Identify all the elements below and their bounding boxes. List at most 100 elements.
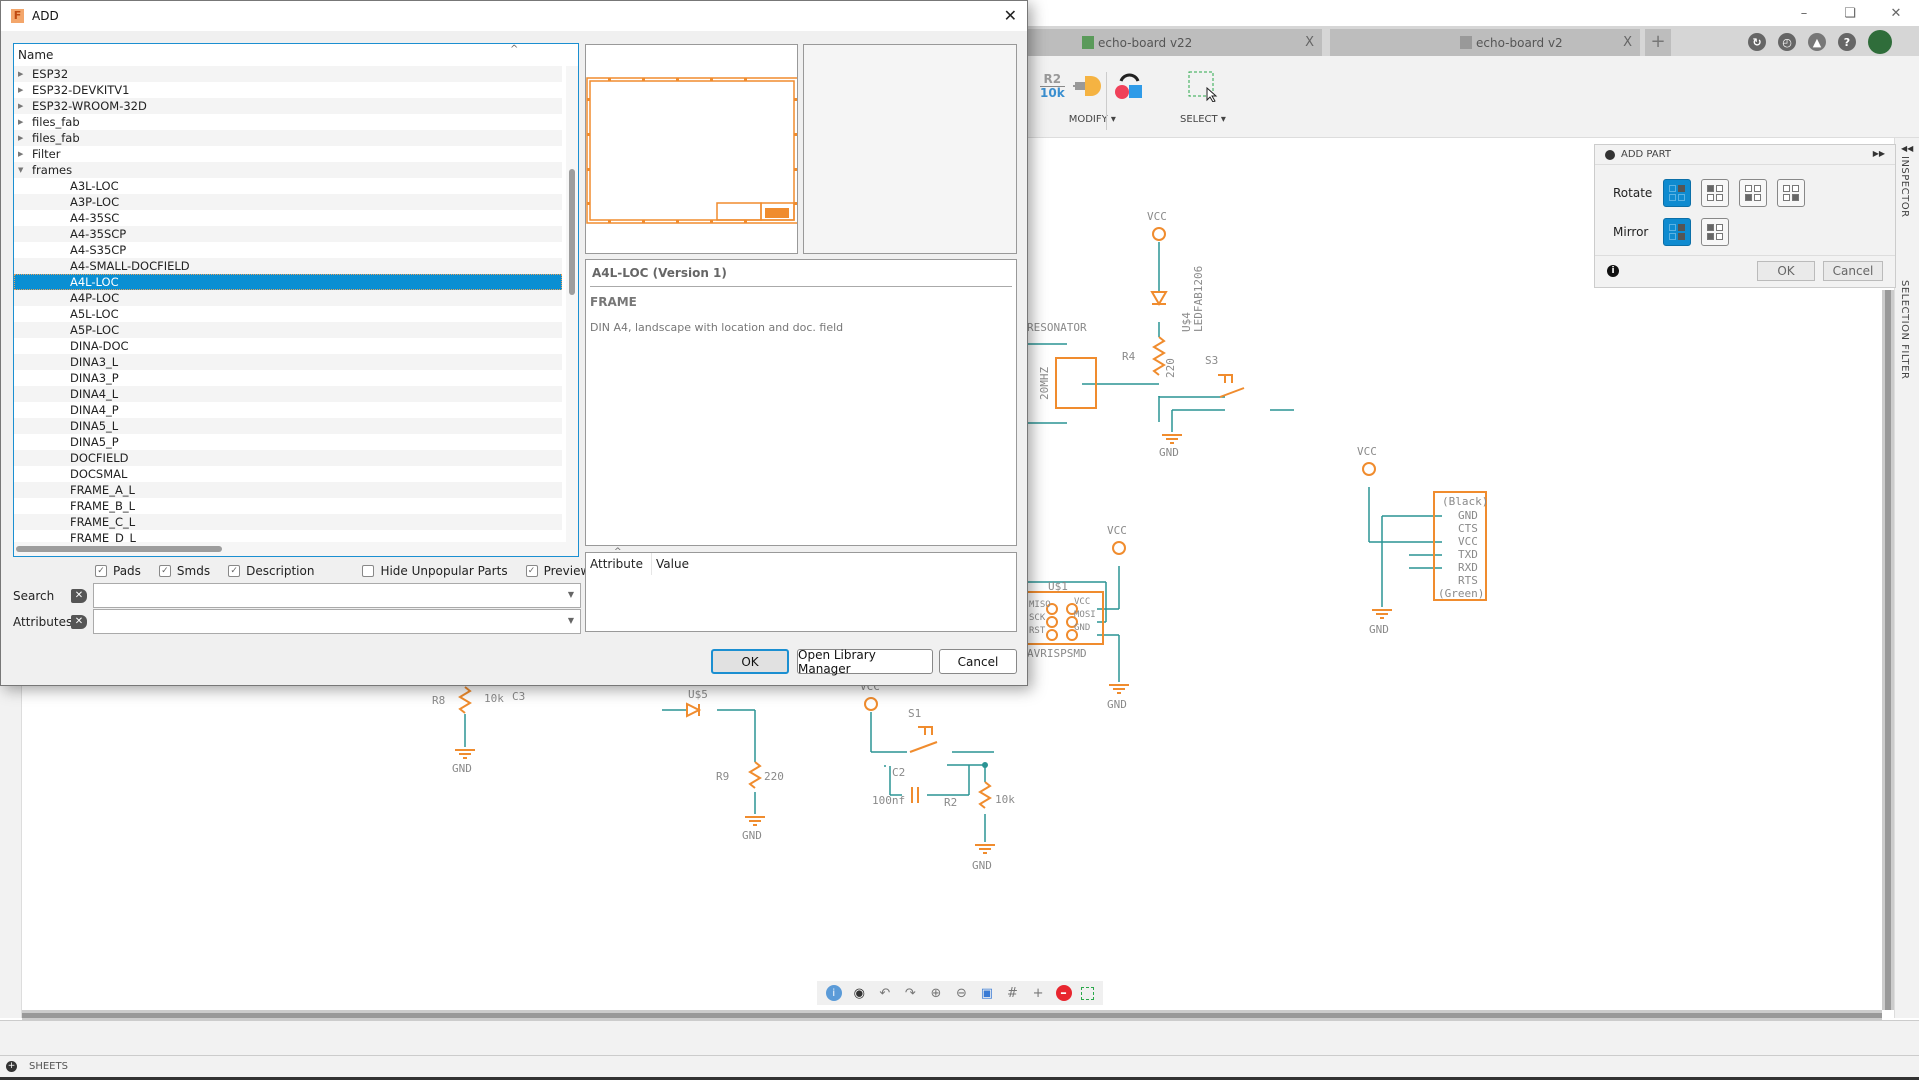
- tree-item[interactable]: A4-SMALL-DOCFIELD: [14, 258, 562, 274]
- tree-item[interactable]: DINA4_P: [14, 402, 562, 418]
- tree-folder[interactable]: ▶ ESP32: [14, 66, 562, 82]
- tree-item[interactable]: A3P-LOC: [14, 194, 562, 210]
- mirror-on-button[interactable]: [1701, 218, 1729, 246]
- tree-item[interactable]: A3L-LOC: [14, 178, 562, 194]
- tree-folder[interactable]: ▼ frames: [14, 162, 562, 178]
- dialog-close-button[interactable]: ✕: [1004, 6, 1017, 25]
- canvas-horizontal-scrollbar[interactable]: [22, 1010, 1882, 1020]
- tree-item[interactable]: DINA4_L: [14, 386, 562, 402]
- tree-header[interactable]: Name ^: [14, 44, 578, 66]
- tree-item[interactable]: DOCFIELD: [14, 450, 562, 466]
- tree-item[interactable]: A5P-LOC: [14, 322, 562, 338]
- option-description-checkbox[interactable]: ✓ Description: [228, 564, 314, 578]
- select-window-icon[interactable]: [1187, 70, 1219, 102]
- tree-item[interactable]: DINA5_L: [14, 418, 562, 434]
- tab-close-button[interactable]: X: [1305, 35, 1314, 50]
- tree-item[interactable]: DINA5_P: [14, 434, 562, 450]
- scrollbar-thumb[interactable]: [569, 169, 575, 295]
- rotate-270-button[interactable]: [1777, 179, 1805, 207]
- notifications-icon[interactable]: ▲: [1808, 33, 1826, 51]
- grid-icon[interactable]: #: [1004, 985, 1020, 1001]
- name-value-icon[interactable]: R2 10k: [1040, 72, 1065, 100]
- collapsed-arrow-icon[interactable]: ▶: [18, 70, 32, 78]
- dropdown-arrow-icon[interactable]: ▼: [568, 616, 574, 625]
- info-icon[interactable]: i: [1607, 265, 1619, 277]
- tree-item[interactable]: DINA3_L: [14, 354, 562, 370]
- tree-item[interactable]: DOCSMAL: [14, 466, 562, 482]
- tree-item[interactable]: DINA3_P: [14, 370, 562, 386]
- scrollbar-thumb[interactable]: [1885, 290, 1891, 1010]
- expanded-arrow-icon[interactable]: ▼: [18, 166, 32, 174]
- tree-item[interactable]: A4-35SCP: [14, 226, 562, 242]
- tree-item[interactable]: A5L-LOC: [14, 306, 562, 322]
- attributes-combobox[interactable]: ▼: [93, 609, 581, 634]
- tree-item[interactable]: FRAME_B_L: [14, 498, 562, 514]
- scrollbar-thumb[interactable]: [22, 1013, 1882, 1018]
- tree-item[interactable]: A4-S35CP: [14, 242, 562, 258]
- attributes-input[interactable]: [94, 610, 554, 632]
- checkmark-icon[interactable]: ✓: [228, 565, 241, 577]
- tree-item[interactable]: A4L-LOC: [14, 274, 562, 290]
- tree-item[interactable]: A4-35SC: [14, 210, 562, 226]
- minimize-button[interactable]: –: [1781, 0, 1827, 26]
- user-avatar[interactable]: [1868, 30, 1892, 54]
- collapse-icon[interactable]: ◀◀: [1901, 144, 1913, 153]
- option-preview-checkbox[interactable]: ✓ Preview: [525, 564, 590, 578]
- scrollbar-thumb[interactable]: [16, 546, 222, 552]
- tab-echo-board-v22[interactable]: echo-board v22 X: [1022, 29, 1322, 56]
- collapsed-arrow-icon[interactable]: ▶: [18, 118, 32, 126]
- option-pads-checkbox[interactable]: ✓ Pads: [95, 564, 141, 578]
- redo-icon[interactable]: ↷: [902, 985, 918, 1001]
- stop-icon[interactable]: –: [1055, 985, 1072, 1001]
- extensions-icon[interactable]: ↻: [1748, 33, 1766, 51]
- inspector-tab[interactable]: INSPECTOR: [1899, 156, 1910, 218]
- collapse-panel-icon[interactable]: [1605, 149, 1615, 160]
- gate-swap-icon[interactable]: [1072, 73, 1105, 99]
- rotate-180-button[interactable]: [1739, 179, 1767, 207]
- collapsed-arrow-icon[interactable]: ▶: [18, 102, 32, 110]
- clear-search-icon[interactable]: ✕: [71, 588, 87, 603]
- selection-filter-tab[interactable]: SELECTION FILTER: [1899, 280, 1910, 379]
- search-input[interactable]: [94, 584, 554, 606]
- empty-checkbox-icon[interactable]: [362, 565, 375, 577]
- value-column-header[interactable]: Value: [652, 557, 689, 571]
- cancel-button[interactable]: Cancel: [939, 649, 1017, 674]
- checkmark-icon[interactable]: ✓: [525, 565, 538, 577]
- crosshair-icon[interactable]: +: [1030, 985, 1046, 1001]
- add-part-cancel-button[interactable]: Cancel: [1823, 261, 1883, 281]
- add-part-ok-button[interactable]: OK: [1757, 261, 1815, 281]
- checkmark-icon[interactable]: ✓: [158, 565, 171, 577]
- clear-attributes-icon[interactable]: ✕: [71, 614, 87, 629]
- tree-folder[interactable]: ▶ ESP32-WROOM-32D: [14, 98, 562, 114]
- tree-item[interactable]: FRAME_C_L: [14, 514, 562, 530]
- select-menu[interactable]: SELECT ▾: [1180, 114, 1226, 125]
- history-icon[interactable]: ◴: [1778, 33, 1796, 51]
- mirror-off-button[interactable]: [1663, 218, 1691, 246]
- dropdown-arrow-icon[interactable]: ▼: [568, 590, 574, 599]
- eye-icon[interactable]: ◉: [851, 985, 867, 1001]
- ok-button[interactable]: OK: [711, 649, 789, 674]
- checkmark-icon[interactable]: ✓: [95, 565, 107, 577]
- close-window-button[interactable]: ✕: [1873, 0, 1919, 26]
- tab-close-button[interactable]: X: [1623, 35, 1632, 50]
- info-icon[interactable]: i: [825, 985, 842, 1001]
- rotate-90-button[interactable]: [1701, 179, 1729, 207]
- zoom-out-icon[interactable]: ⊖: [953, 985, 969, 1001]
- help-icon[interactable]: ?: [1838, 33, 1856, 51]
- collapsed-arrow-icon[interactable]: ▶: [18, 134, 32, 142]
- library-tree[interactable]: Name ^ ▶ ESP32 ▶ ESP32-DEVKITV1 ▶ ESP32-WROOM…: [13, 43, 579, 557]
- maximize-button[interactable]: ❏: [1827, 0, 1873, 26]
- option-hide-unpopular-parts-checkbox[interactable]: Hide Unpopular Parts: [362, 564, 508, 578]
- tree-item[interactable]: A4P-LOC: [14, 290, 562, 306]
- collapsed-arrow-icon[interactable]: ▶: [18, 150, 32, 158]
- name-column-header[interactable]: Name: [18, 48, 53, 62]
- tree-folder[interactable]: ▶ ESP32-DEVKITV1: [14, 82, 562, 98]
- tree-item[interactable]: DINA-DOC: [14, 338, 562, 354]
- tab-echo-board-v2[interactable]: echo-board v2 X: [1330, 29, 1640, 56]
- undo-icon[interactable]: ↶: [877, 985, 893, 1001]
- zoom-fit-icon[interactable]: ▣: [979, 985, 995, 1001]
- expand-panel-icon[interactable]: ▶▶: [1873, 149, 1885, 158]
- tree-folder[interactable]: ▶ files_fab: [14, 130, 562, 146]
- modify-menu[interactable]: MODIFY ▾: [1069, 114, 1116, 125]
- option-smds-checkbox[interactable]: ✓ Smds: [158, 564, 210, 578]
